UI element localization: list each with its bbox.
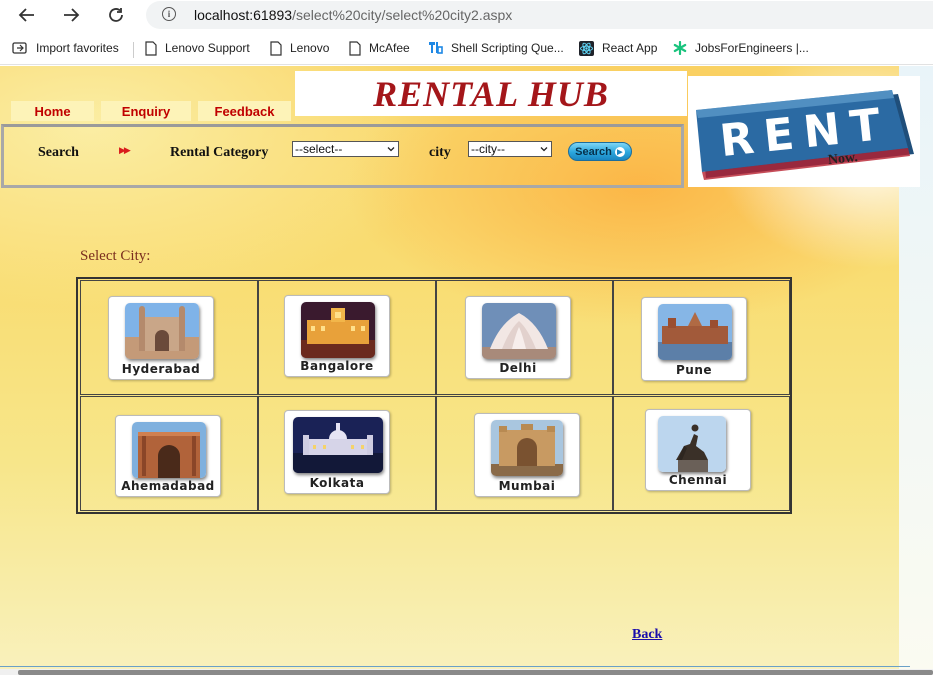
city-name: Pune [675,363,713,377]
react-logo-icon [579,40,594,56]
double-arrow-icon: ▶▶ [119,145,131,155]
bangalore-photo [301,302,375,358]
city-ahemadabad[interactable]: Ahemadabad [115,415,221,497]
rental-category-label: Rental Category [170,145,269,160]
bookmark-label: React App [602,41,658,55]
url-path: /select%20city/select%20city2.aspx [292,7,513,23]
city-cell: Hyderabad [80,280,258,395]
city-cell: Mumbai [436,396,613,511]
bookmark-label: Lenovo Support [165,41,250,55]
city-name: Bangalore [300,359,374,373]
divider [0,666,910,667]
menu-feedback[interactable]: Feedback [198,101,291,121]
city-name: Chennai [668,473,728,487]
menu-enquiry[interactable]: Enquiry [101,101,191,121]
bookmark-label: Shell Scripting Que... [451,41,564,55]
search-button[interactable]: Search ▶ [568,142,632,161]
rent-logo-graphic: RENT Now. [696,90,914,180]
menu-home[interactable]: Home [11,101,94,121]
site-title: RENTAL HUB [373,73,609,114]
city-select[interactable]: --city-- [468,141,552,157]
bookmark-import-favorites[interactable]: Import favorites [12,38,119,58]
address-bar[interactable]: i localhost:61893/select%20city/select%2… [146,1,933,29]
chevron-down-icon [387,147,395,152]
city-name: Delhi [499,361,537,375]
bookmark-separator [133,42,134,58]
scrollbar-thumb[interactable] [18,670,933,675]
info-icon[interactable]: i [162,7,176,21]
pune-photo [658,304,732,360]
import-icon [12,41,28,55]
city-select-value: --city-- [471,142,505,156]
select-city-heading: Select City: [80,248,151,264]
search-button-label: Search [575,145,612,158]
bookmark-shell-scripting[interactable]: Shell Scripting Que... [429,38,564,58]
city-pune[interactable]: Pune [641,297,747,381]
city-row: Hyderabad Bangalore Delhi Pune [80,280,790,395]
play-arrow-icon: ▶ [614,146,625,157]
city-name: Hyderabad [121,362,201,376]
ahemadabad-photo [132,422,206,478]
city-row: Ahemadabad Kolkata Mumbai Chennai [80,396,790,511]
back-arrow-icon[interactable] [14,4,40,26]
city-bangalore[interactable]: Bangalore [284,295,390,377]
city-cell: Ahemadabad [80,396,258,511]
kolkata-photo [293,417,383,473]
bookmarks-bar: Import favorites Lenovo Support Lenovo M… [0,32,933,65]
city-hyderabad[interactable]: Hyderabad [108,296,214,380]
search-label: Search [38,145,79,160]
bookmark-react-app[interactable]: React App [579,38,657,58]
chevron-down-icon [540,147,548,152]
city-grid: Hyderabad Bangalore Delhi Pune Ahemadaba… [76,277,792,514]
rental-category-select[interactable]: --select-- [292,141,399,157]
bookmark-label: Import favorites [36,41,119,55]
page-icon [270,40,282,56]
bookmark-lenovo-support[interactable]: Lenovo Support [145,38,250,58]
search-panel: Search ▶▶ Rental Category --select-- cit… [1,124,684,188]
city-kolkata[interactable]: Kolkata [284,410,390,494]
url-host: localhost:61893 [194,7,293,23]
bookmark-label: JobsForEngineers |... [695,41,809,55]
rent-now-logo: RENT Now. [688,76,920,187]
forward-arrow-icon[interactable] [58,4,84,26]
page-icon [349,40,361,56]
city-name: Mumbai [498,479,556,493]
rental-category-value: --select-- [295,142,343,156]
city-mumbai[interactable]: Mumbai [474,413,580,497]
rent-logo-tag: Now. [827,150,858,168]
delhi-photo [482,303,556,359]
bookmark-mcafee[interactable]: McAfee [349,38,410,58]
city-cell: Chennai [613,396,790,511]
mumbai-photo [491,420,563,476]
page-icon [145,40,157,56]
back-link[interactable]: Back [632,627,662,643]
city-cell: Bangalore [258,280,436,395]
bookmark-label: Lenovo [290,41,330,55]
city-label: city [429,145,451,160]
page-body: Home Enquiry Feedback RENTAL HUB RENT No… [0,66,933,675]
chennai-photo [658,416,726,472]
city-delhi[interactable]: Delhi [465,296,571,379]
city-cell: Pune [613,280,790,395]
bookmark-label: McAfee [369,41,410,55]
site-logo-banner: RENTAL HUB [295,71,687,116]
tb-logo-icon [429,41,443,55]
city-name: Ahemadabad [121,479,215,493]
browser-toolbar: i localhost:61893/select%20city/select%2… [0,0,933,32]
horizontal-scrollbar[interactable] [0,669,933,675]
bookmark-lenovo[interactable]: Lenovo [270,38,329,58]
bookmark-jobsforengineers[interactable]: JobsForEngineers |... [673,38,809,58]
hyderabad-photo [125,303,199,359]
city-chennai[interactable]: Chennai [645,409,751,491]
url-text[interactable]: localhost:61893/select%20city/select%20c… [194,7,512,23]
city-cell: Kolkata [258,396,436,511]
star-logo-icon [673,41,687,55]
city-name: Kolkata [309,476,365,490]
refresh-icon[interactable] [103,4,129,26]
city-cell: Delhi [436,280,613,395]
